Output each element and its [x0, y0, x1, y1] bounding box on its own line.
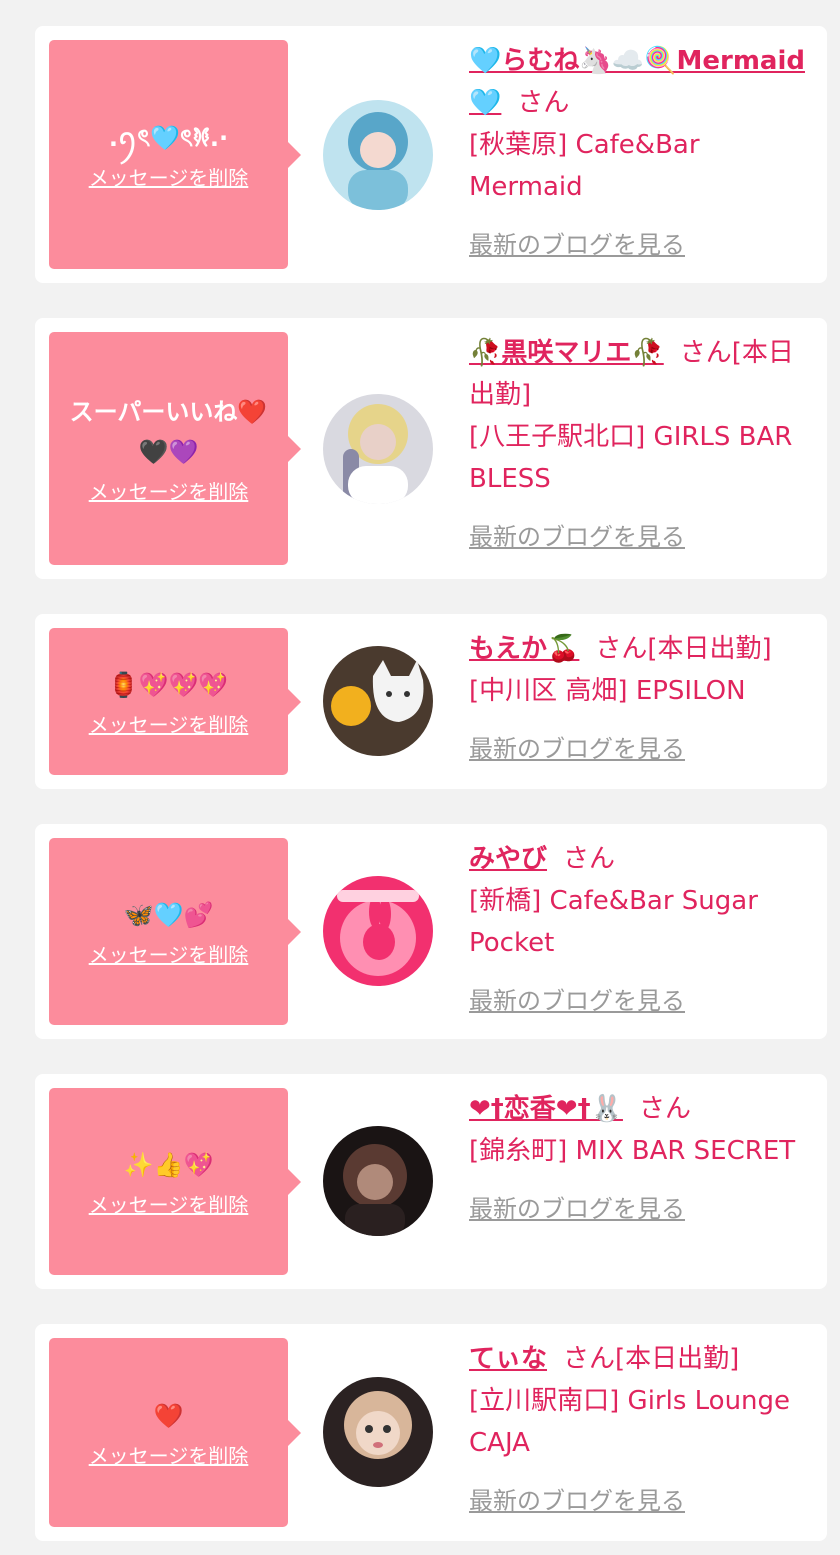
latest-blog-link[interactable]: 最新のブログを見る — [469, 728, 685, 770]
delete-message-link[interactable]: メッセージを削除 — [89, 478, 249, 506]
list-item: ❤️ メッセージを削除 てぃな さん[本日出勤] [立川駅南口] Girls Lo… — [35, 1324, 827, 1541]
cast-name-link[interactable]: みやび — [469, 844, 547, 874]
message-text: 🦋🩵💕 — [123, 900, 214, 929]
avatar[interactable] — [323, 100, 433, 210]
avatar[interactable] — [323, 646, 433, 756]
shop-name: [中川区 高畑] EPSILON — [469, 676, 746, 706]
card-info: ❤†恋香❤†🐰 さん [錦糸町] MIX BAR SECRET 最新のブログを見る — [469, 1088, 817, 1230]
list-item: 🏮💖💖💖 メッセージを削除 もえか🍒 さん[本日出勤] [中川区 高畑] EPSI… — [35, 614, 827, 789]
message-bubble: .ꪆৎ🩵ৎ𐦍.· メッセージを削除 — [49, 40, 301, 269]
message-text: .ꪆৎ🩵ৎ𐦍.· — [108, 123, 229, 152]
card-info: 🥀黒咲マリエ🥀 さん[本日出勤] [八王子駅北口] GIRLS BAR BLESS… — [469, 332, 817, 558]
delete-message-link[interactable]: メッセージを削除 — [89, 1191, 249, 1219]
message-text: ✨👍💖 — [123, 1150, 214, 1179]
delete-message-link[interactable]: メッセージを削除 — [89, 164, 249, 192]
message-bubble: ✨👍💖 メッセージを削除 — [49, 1088, 301, 1275]
avatar-rabbit-icon — [323, 876, 433, 986]
shop-name: [錦糸町] MIX BAR SECRET — [469, 1136, 796, 1166]
message-list: .ꪆৎ🩵ৎ𐦍.· メッセージを削除 🩵らむね🦄☁️🍭Mermaid🩵 さん [秋葉… — [0, 0, 840, 1555]
shop-name: [秋葉原] Cafe&Bar Mermaid — [469, 130, 700, 202]
list-item: ✨👍💖 メッセージを削除 ❤†恋香❤†🐰 さん [錦糸町] MIX BAR SEC… — [35, 1074, 827, 1289]
avatar-photo-icon — [323, 100, 433, 210]
avatar-photo-icon — [323, 646, 433, 756]
cast-name-link[interactable]: ❤†恋香❤†🐰 — [469, 1094, 623, 1124]
name-suffix: さん[本日出勤] — [595, 634, 772, 664]
card-info: みやび さん [新橋] Cafe&Bar Sugar Pocket 最新のブログを… — [469, 838, 817, 1022]
card-info: もえか🍒 さん[本日出勤] [中川区 高畑] EPSILON 最新のブログを見る — [469, 628, 817, 770]
delete-message-link[interactable]: メッセージを削除 — [89, 711, 249, 739]
message-bubble: 🏮💖💖💖 メッセージを削除 — [49, 628, 301, 775]
list-item: スーパーいいね❤️🖤💜 メッセージを削除 🥀黒咲マリエ🥀 さん[本日出勤] [八王… — [35, 318, 827, 579]
avatar[interactable] — [323, 1377, 433, 1487]
avatar[interactable] — [323, 394, 433, 504]
cast-name-link[interactable]: てぃな — [469, 1344, 547, 1374]
name-suffix: さん — [638, 1094, 691, 1124]
name-suffix: さん[本日出勤] — [563, 1344, 740, 1374]
latest-blog-link[interactable]: 最新のブログを見る — [469, 1480, 685, 1522]
avatar-photo-icon — [323, 394, 433, 504]
cast-name-link[interactable]: 🥀黒咲マリエ🥀 — [469, 338, 664, 368]
avatar[interactable] — [323, 1126, 433, 1236]
latest-blog-link[interactable]: 最新のブログを見る — [469, 516, 685, 558]
message-text: ❤️ — [153, 1401, 184, 1430]
delete-message-link[interactable]: メッセージを削除 — [89, 941, 249, 969]
message-text: スーパーいいね❤️🖤💜 — [69, 397, 268, 466]
delete-message-link[interactable]: メッセージを削除 — [89, 1442, 249, 1470]
message-bubble: 🦋🩵💕 メッセージを削除 — [49, 838, 301, 1025]
avatar-photo-icon — [323, 1126, 433, 1236]
name-suffix: さん — [563, 844, 616, 874]
name-suffix: さん — [517, 88, 570, 118]
latest-blog-link[interactable]: 最新のブログを見る — [469, 980, 685, 1022]
card-info: てぃな さん[本日出勤] [立川駅南口] Girls Lounge CAJA 最新… — [469, 1338, 817, 1522]
message-bubble: ❤️ メッセージを削除 — [49, 1338, 301, 1527]
cast-name-link[interactable]: もえか🍒 — [469, 634, 579, 664]
list-item: .ꪆৎ🩵ৎ𐦍.· メッセージを削除 🩵らむね🦄☁️🍭Mermaid🩵 さん [秋葉… — [35, 26, 827, 283]
shop-name: [立川駅南口] Girls Lounge CAJA — [469, 1386, 791, 1458]
message-text: 🏮💖💖💖 — [108, 670, 229, 699]
list-item: 🦋🩵💕 メッセージを削除 みやび さん [新橋] Cafe&Bar Sugar P… — [35, 824, 827, 1039]
latest-blog-link[interactable]: 最新のブログを見る — [469, 224, 685, 266]
avatar[interactable] — [323, 876, 433, 986]
avatar-photo-icon — [323, 1377, 433, 1487]
latest-blog-link[interactable]: 最新のブログを見る — [469, 1188, 685, 1230]
shop-name: [八王子駅北口] GIRLS BAR BLESS — [469, 422, 793, 494]
message-bubble: スーパーいいね❤️🖤💜 メッセージを削除 — [49, 332, 301, 565]
shop-name: [新橋] Cafe&Bar Sugar Pocket — [469, 886, 758, 958]
card-info: 🩵らむね🦄☁️🍭Mermaid🩵 さん [秋葉原] Cafe&Bar Mermai… — [469, 40, 817, 266]
